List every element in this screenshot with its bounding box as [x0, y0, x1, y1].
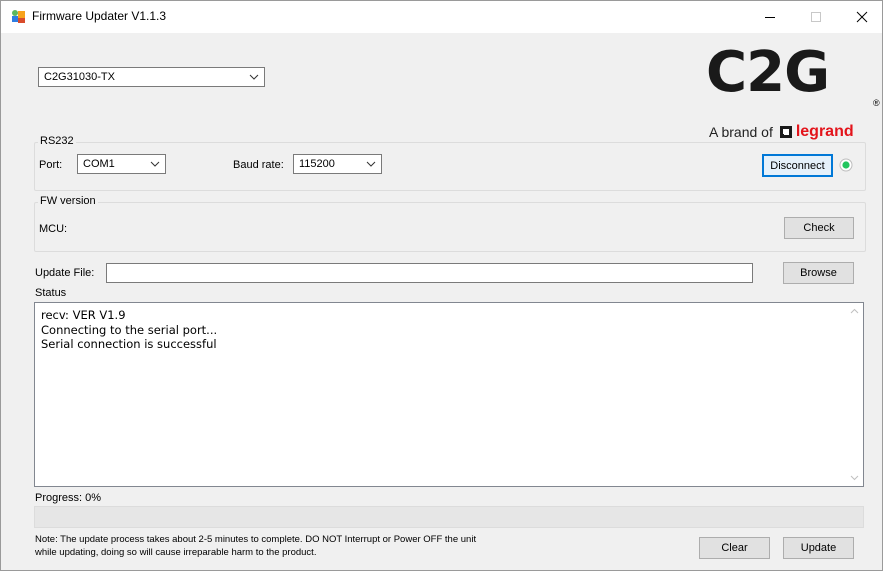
- fw-version-group-label: FW version: [38, 195, 98, 207]
- update-file-label: Update File:: [35, 267, 95, 279]
- scroll-up-icon[interactable]: [846, 303, 863, 320]
- baud-rate-select-value: 115200: [299, 158, 335, 170]
- maximize-icon: [811, 12, 821, 22]
- connection-status-indicator: [839, 158, 853, 175]
- mcu-label: MCU:: [39, 223, 68, 235]
- window-title: Firmware Updater V1.1.3: [32, 9, 167, 23]
- port-select-value: COM1: [83, 158, 115, 170]
- status-line: Serial connection is successful: [41, 337, 217, 351]
- port-label: Port:: [39, 159, 63, 171]
- warning-note-line: while updating, doing so will cause irre…: [35, 547, 317, 558]
- chevron-down-icon: [150, 161, 160, 167]
- status-log[interactable]: recv: VER V1.9 Connecting to the serial …: [34, 302, 864, 487]
- progress-bar: [34, 506, 864, 528]
- brand-name: legrand: [795, 123, 854, 140]
- c2g-logo: C2G: [706, 40, 830, 105]
- clear-button[interactable]: Clear: [699, 537, 770, 559]
- check-button[interactable]: Check: [784, 217, 854, 239]
- legrand-mark-icon: [779, 126, 792, 138]
- title-bar: Firmware Updater V1.1.3: [1, 1, 882, 33]
- minimize-icon: [765, 17, 775, 18]
- browse-button[interactable]: Browse: [783, 262, 854, 284]
- legrand-logo: legrand: [779, 123, 854, 141]
- fw-version-group: [34, 202, 866, 252]
- baud-rate-select[interactable]: 115200: [293, 154, 382, 174]
- minimize-button[interactable]: [747, 1, 793, 33]
- baud-rate-label: Baud rate:: [233, 159, 284, 171]
- warning-note: Note: The update process takes about 2-5…: [35, 533, 595, 559]
- progress-label: Progress: 0%: [35, 492, 102, 504]
- device-select-value: C2G31030-TX: [44, 71, 115, 83]
- brand-prefix: A brand of: [709, 124, 773, 140]
- rs232-group-label: RS232: [38, 135, 76, 147]
- disconnect-button[interactable]: Disconnect: [762, 154, 833, 177]
- status-scrollbar[interactable]: [846, 303, 863, 486]
- status-lines: recv: VER V1.9 Connecting to the serial …: [41, 308, 217, 352]
- brand-tagline: A brand of legrand: [709, 123, 854, 141]
- status-line: recv: VER V1.9: [41, 308, 126, 322]
- app-icon: [11, 9, 27, 25]
- scroll-down-icon[interactable]: [846, 469, 863, 486]
- update-file-input[interactable]: [106, 263, 753, 283]
- port-select[interactable]: COM1: [77, 154, 166, 174]
- status-label: Status: [35, 287, 67, 299]
- maximize-button[interactable]: [793, 1, 839, 33]
- registered-mark: ®: [873, 98, 880, 108]
- status-line: Connecting to the serial port...: [41, 322, 218, 337]
- device-select[interactable]: C2G31030-TX: [38, 67, 265, 87]
- update-button[interactable]: Update: [783, 537, 854, 559]
- firmware-updater-window: Firmware Updater V1.1.3 C2G31030-TX C2G …: [0, 0, 883, 571]
- warning-note-line: Note: The update process takes about 2-5…: [35, 534, 477, 545]
- status-led-icon: [839, 158, 853, 172]
- close-icon: [856, 11, 868, 23]
- chevron-down-icon: [366, 161, 376, 167]
- close-button[interactable]: [839, 1, 882, 33]
- chevron-down-icon: [249, 74, 259, 80]
